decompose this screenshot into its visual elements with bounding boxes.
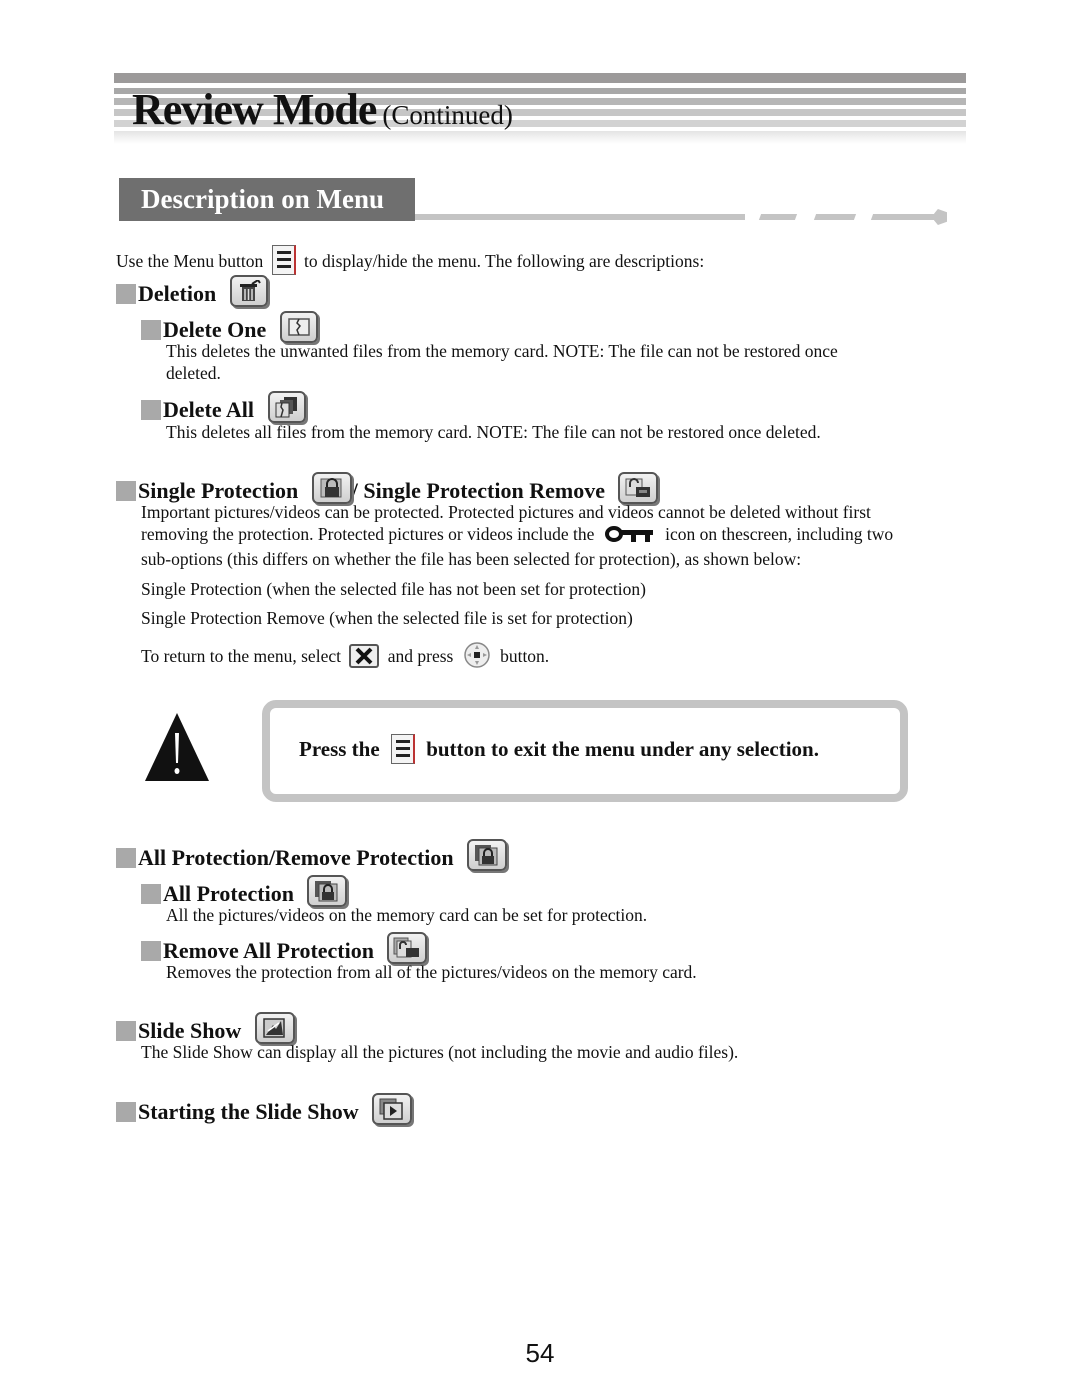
delete-one-icon [279, 311, 318, 343]
starting-slide-show-heading: Starting the Slide Show [116, 1093, 413, 1125]
deletion-heading: Deletion [116, 275, 268, 307]
intro-text: Use the Menu button to display/hide the … [116, 245, 704, 275]
line2-before: removing the protection. Protected pictu… [141, 524, 595, 544]
remove-all-protection-heading: Remove All Protection [141, 932, 428, 964]
menu-button-icon [271, 245, 296, 275]
remove-all-protection-text: Removes the protection from all of the p… [166, 962, 697, 982]
all-unlock-icon [387, 932, 428, 964]
bullet-icon [116, 848, 136, 868]
delete-all-heading: Delete All [141, 391, 306, 423]
warning-before: Press the [299, 737, 380, 761]
delete-one-text-line2: deleted. [166, 363, 221, 383]
return-before: To return to the menu, select [141, 646, 341, 666]
section-title: Description on Menu [119, 178, 415, 221]
return-after: button. [500, 646, 550, 666]
bullet-icon [141, 400, 161, 420]
close-x-icon [349, 644, 380, 668]
bullet-icon [141, 320, 161, 340]
deletion-heading-text: Deletion [138, 281, 217, 306]
all-protection-group-heading-text: All Protection/Remove Protection [138, 845, 454, 870]
line2-after: icon on thescreen, including two [665, 524, 894, 544]
return-middle: and press [387, 646, 454, 666]
single-protection-line1: Important pictures/videos can be protect… [141, 502, 871, 522]
page-title: Review Mode (Continued) [132, 84, 513, 135]
section-rule [415, 214, 745, 220]
section-rule-dash [813, 214, 857, 220]
return-instruction: To return to the menu, select and press … [141, 641, 549, 674]
heading-separator: / [351, 478, 358, 503]
menu-button-icon [390, 734, 415, 764]
delete-one-text-line1: This deletes the unwanted files from the… [166, 341, 838, 361]
unlock-icon [618, 472, 659, 504]
slideshow-icon [254, 1012, 295, 1044]
trash-icon [229, 275, 268, 307]
delete-one-text: This deletes the unwanted files from the… [166, 340, 838, 384]
bullet-icon [116, 1021, 136, 1041]
bullet-icon [116, 1102, 136, 1122]
single-protection-line3: sub-options (this differs on whether the… [141, 549, 802, 569]
warning-icon [143, 711, 211, 788]
dpad-icon [462, 641, 492, 674]
section-rule-end [934, 209, 947, 225]
warning-text: Press the button to exit the menu under … [299, 734, 819, 764]
section-rule-dash [758, 214, 798, 220]
single-protection-option2: Single Protection Remove (when the selec… [141, 608, 633, 628]
delete-one-heading-text: Delete One [163, 317, 267, 342]
delete-one-heading: Delete One [141, 311, 318, 343]
single-protection-remove-heading-text: Single Protection Remove [363, 478, 605, 503]
delete-all-heading-text: Delete All [163, 397, 255, 422]
all-protection-heading: All Protection [141, 875, 348, 907]
page-title-text: Review Mode [132, 85, 377, 134]
lock-icon [311, 472, 352, 504]
single-protection-heading-text: Single Protection [138, 478, 299, 503]
section-rule-dash [870, 214, 940, 220]
key-icon [604, 525, 655, 548]
all-lock-icon [307, 875, 348, 907]
page-number: 54 [525, 1338, 555, 1368]
all-protection-group-heading: All Protection/Remove Protection [116, 839, 508, 871]
slide-show-heading-text: Slide Show [138, 1018, 242, 1043]
page-subtitle: (Continued) [382, 100, 513, 130]
all-lock-icon [467, 839, 508, 871]
starting-slide-show-heading-text: Starting the Slide Show [138, 1099, 359, 1124]
bullet-icon [141, 884, 161, 904]
remove-all-protection-heading-text: Remove All Protection [163, 938, 374, 963]
single-protection-option1: Single Protection (when the selected fil… [141, 579, 646, 599]
bullet-icon [116, 481, 136, 501]
intro-after: to display/hide the menu. The following … [304, 251, 705, 271]
all-protection-text: All the pictures/videos on the memory ca… [166, 905, 648, 925]
intro-before: Use the Menu button [116, 251, 264, 271]
slide-show-text: The Slide Show can display all the pictu… [141, 1042, 739, 1062]
slide-show-heading: Slide Show [116, 1012, 295, 1044]
all-protection-heading-text: All Protection [163, 881, 294, 906]
delete-all-icon [267, 391, 306, 423]
play-icon [372, 1093, 413, 1125]
warning-after: button to exit the menu under any select… [426, 737, 819, 761]
single-protection-line2: removing the protection. Protected pictu… [141, 523, 893, 548]
bullet-icon [116, 284, 136, 304]
delete-all-text: This deletes all files from the memory c… [166, 422, 821, 442]
single-protection-heading: Single Protection / Single Protection Re… [116, 472, 659, 504]
bullet-icon [141, 941, 161, 961]
